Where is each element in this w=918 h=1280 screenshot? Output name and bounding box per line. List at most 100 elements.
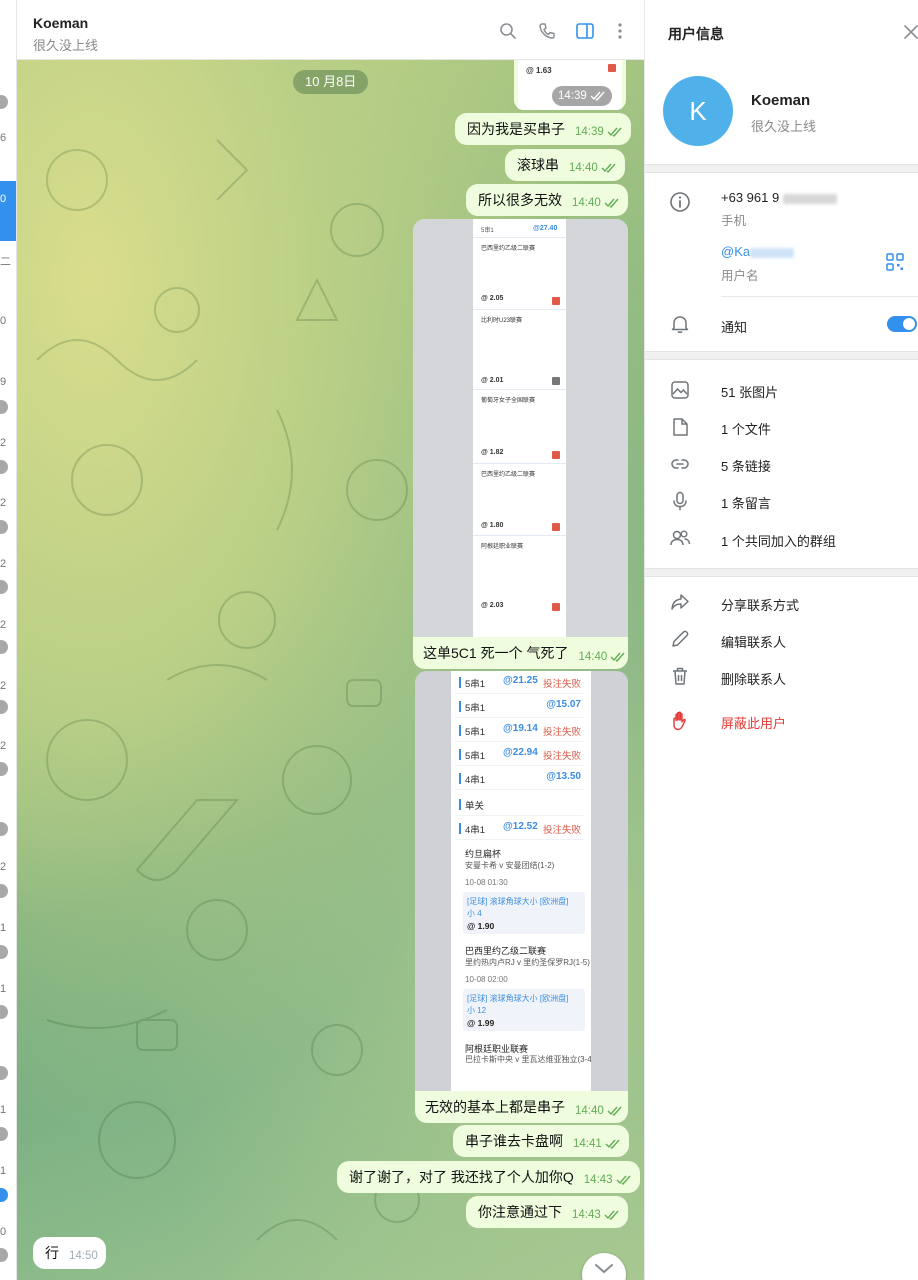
unread-badge xyxy=(0,1248,8,1262)
message-time: 14:41 xyxy=(573,1138,602,1150)
hand-stop-icon xyxy=(669,710,691,732)
slip-odds: @ 1.82 xyxy=(481,449,504,456)
message-text: 这单5C1 死一个 气死了 xyxy=(423,645,569,661)
slip-label: 5串1 xyxy=(481,228,494,234)
unread-badge xyxy=(0,460,8,474)
media-links[interactable]: 5 条链接 xyxy=(721,456,771,475)
delete-contact-button[interactable]: 删除联系人 xyxy=(721,669,786,688)
message-meta: 14:40 xyxy=(569,162,617,174)
chat-list-count: 0 xyxy=(0,193,7,205)
image-icon xyxy=(669,379,691,401)
unread-badge xyxy=(0,1188,8,1202)
phone-icon[interactable] xyxy=(536,20,558,42)
row-divider xyxy=(721,296,918,297)
message-meta: 14:40 xyxy=(572,197,620,209)
slip-league: 比利时U23联赛 xyxy=(481,318,523,324)
message-bubble-outgoing[interactable]: 滚球串 14:40 xyxy=(505,149,625,181)
image-message[interactable]: 5串1 @21.25 投注失败 5串1 @15.07 5串1 @19.14 投注失败 5串… xyxy=(415,671,628,1123)
unread-badge xyxy=(0,580,8,594)
chat-list-selected-item[interactable] xyxy=(0,181,16,241)
bet-slip-screenshot[interactable]: 5串1 @27.40 巴西里约乙级二联赛 @ 2.05 比利时U23联赛 @ 2… xyxy=(473,219,566,637)
image-message[interactable]: @ 1.63 14:39 xyxy=(514,60,626,110)
delete-icon xyxy=(552,377,560,385)
chat-list-count: 2 xyxy=(0,497,7,509)
chat-list-count: 1 xyxy=(0,922,7,934)
section-divider xyxy=(645,164,918,173)
unread-badge xyxy=(0,1005,8,1019)
chat-list-count: 1 xyxy=(0,1104,7,1116)
info-icon xyxy=(669,191,691,213)
section-divider xyxy=(645,351,918,360)
message-meta: 14:39 xyxy=(575,126,623,138)
pencil-icon xyxy=(669,628,691,650)
username[interactable]: @Ka xyxy=(721,244,795,259)
chat-list-count: 2 xyxy=(0,437,7,449)
edit-contact-button[interactable]: 编辑联系人 xyxy=(721,632,786,651)
message-bubble-incoming[interactable]: 行 14:50 xyxy=(33,1237,106,1269)
group-icon xyxy=(669,527,691,549)
message-time: 14:40 xyxy=(572,197,601,209)
chat-list-count: 2 xyxy=(0,861,7,873)
profile-name: Koeman xyxy=(751,92,811,109)
message-bubble-outgoing[interactable]: 你注意通过下 14:43 xyxy=(466,1196,628,1228)
message-bubble-outgoing[interactable]: 因为我是买串子 14:39 xyxy=(455,113,631,145)
message-time: 14:40 xyxy=(575,1105,604,1117)
double-check-icon xyxy=(604,1210,619,1220)
close-icon[interactable] xyxy=(901,22,918,42)
media-photos[interactable]: 51 张图片 xyxy=(721,382,778,401)
share-contact-button[interactable]: 分享联系方式 xyxy=(721,595,799,614)
chat-list-strip: 6 0 二 0 9 2 2 2 2 2 2 2 1 1 1 1 0 xyxy=(0,0,17,1280)
phone-label: 手机 xyxy=(721,214,747,228)
message-time: 14:50 xyxy=(69,1250,98,1262)
more-vertical-icon[interactable] xyxy=(609,20,631,42)
bet-history-screenshot[interactable]: 5串1 @21.25 投注失败 5串1 @15.07 5串1 @19.14 投注失败 5串… xyxy=(451,671,591,1091)
delete-icon xyxy=(552,603,560,611)
block-user-button[interactable]: 屏蔽此用户 xyxy=(721,713,786,732)
scroll-down-button[interactable] xyxy=(582,1253,626,1280)
delete-icon xyxy=(552,297,560,305)
unread-badge xyxy=(0,700,8,714)
message-text: 你注意通过下 xyxy=(478,1204,562,1220)
message-text: 滚球串 xyxy=(517,157,559,173)
message-text: 无效的基本上都是串子 xyxy=(425,1099,565,1115)
chevron-down-icon xyxy=(595,1264,613,1274)
slip-odds: @ 2.03 xyxy=(481,602,504,609)
unread-badge xyxy=(0,822,8,836)
chat-list-count: 0 xyxy=(0,1226,7,1238)
qr-code-icon[interactable] xyxy=(885,252,905,272)
double-check-icon xyxy=(601,163,616,173)
message-meta: 14:40 xyxy=(578,651,626,663)
notifications-toggle[interactable] xyxy=(887,316,917,332)
message-text: 谢了谢了，对了 我还找了个人加你Q xyxy=(349,1169,574,1185)
chat-list-count: 6 xyxy=(0,132,7,144)
media-voice[interactable]: 1 条留言 xyxy=(721,493,771,512)
sidebar-toggle-icon[interactable] xyxy=(574,20,596,42)
chat-list-count: 二 xyxy=(0,256,11,268)
media-groups[interactable]: 1 个共同加入的群组 xyxy=(721,531,836,550)
double-check-icon xyxy=(616,1175,631,1185)
message-bubble-outgoing[interactable]: 所以很多无效 14:40 xyxy=(466,184,628,216)
microphone-icon xyxy=(669,490,691,512)
chat-area: Koeman 很久没上线 10 月8日 @ 1.63 14:39 因为我是买串子… xyxy=(17,0,644,1280)
section-divider xyxy=(645,568,918,577)
chat-list-count: 9 xyxy=(0,376,7,388)
slip-odds: @ 1.63 xyxy=(526,66,552,75)
slip-odds: @ 1.80 xyxy=(481,522,504,529)
chat-status: 很久没上线 xyxy=(33,38,99,53)
search-icon[interactable] xyxy=(497,20,519,42)
message-text: 所以很多无效 xyxy=(478,192,562,208)
share-icon xyxy=(669,591,691,613)
chat-list-count: 2 xyxy=(0,680,7,692)
message-bubble-outgoing[interactable]: 谢了谢了，对了 我还找了个人加你Q 14:43 xyxy=(337,1161,640,1193)
profile-status: 很久没上线 xyxy=(751,119,817,134)
bell-icon xyxy=(669,313,691,335)
message-meta: 14:40 xyxy=(575,1105,623,1117)
double-check-icon xyxy=(607,127,622,137)
image-message[interactable]: 5串1 @27.40 巴西里约乙级二联赛 @ 2.05 比利时U23联赛 @ 2… xyxy=(413,219,628,669)
avatar[interactable]: K xyxy=(663,76,733,146)
media-files[interactable]: 1 个文件 xyxy=(721,419,771,438)
delete-icon xyxy=(552,523,560,531)
message-bubble-outgoing[interactable]: 串子谁去卡盘啊 14:41 xyxy=(453,1125,629,1157)
chat-title[interactable]: Koeman xyxy=(33,15,88,31)
phone-number[interactable]: +63 961 9 xyxy=(721,190,837,205)
